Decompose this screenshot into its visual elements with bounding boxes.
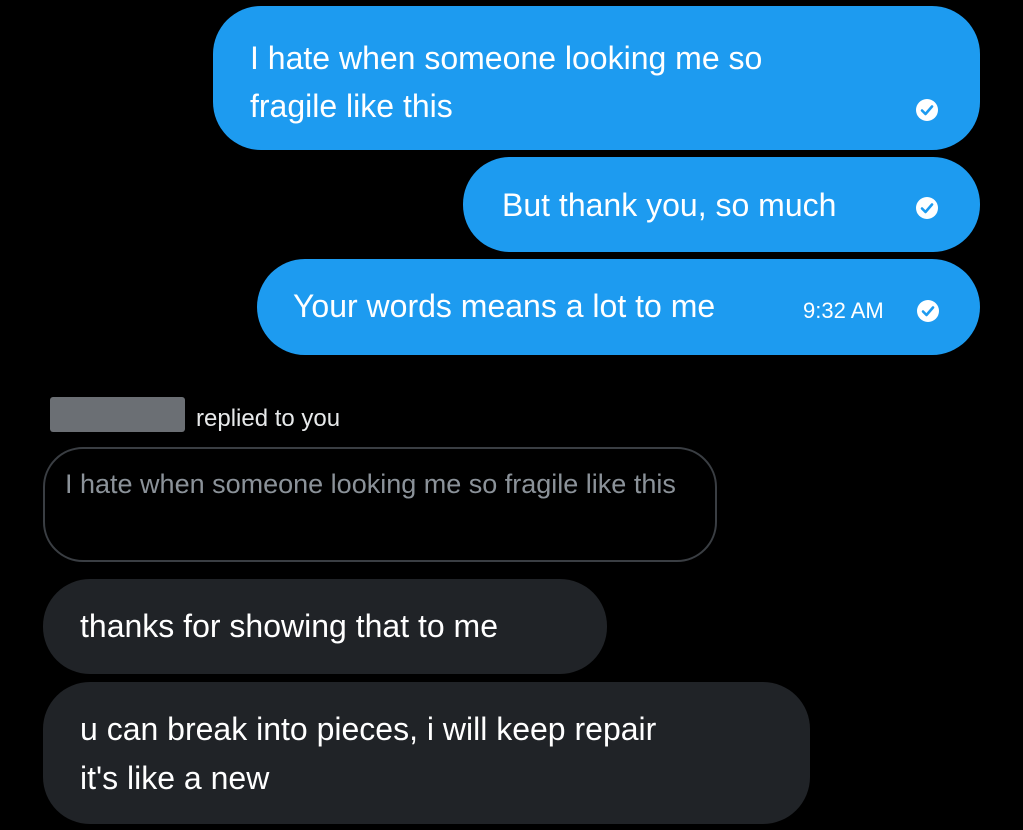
sent-message[interactable]: But thank you, so much (463, 157, 980, 252)
check-circle-icon (916, 99, 938, 121)
sent-message[interactable]: Your words means a lot to me 9:32 AM (257, 259, 980, 355)
message-timestamp: 9:32 AM (803, 298, 884, 323)
check-circle-icon (917, 300, 939, 322)
message-text-line: I hate when someone looking me so (250, 40, 763, 76)
message-text: Your words means a lot to me (293, 288, 716, 324)
message-text-line: u can break into pieces, i will keep rep… (80, 711, 657, 747)
quoted-message[interactable]: I hate when someone looking me so fragil… (43, 447, 717, 562)
received-message[interactable]: u can break into pieces, i will keep rep… (43, 682, 810, 824)
redacted-username (50, 397, 185, 432)
sent-message[interactable]: I hate when someone looking me so fragil… (213, 6, 980, 150)
reply-label: replied to you (196, 405, 341, 432)
message-text-line: fragile like this (250, 88, 453, 124)
check-circle-icon (916, 197, 938, 219)
quoted-text: I hate when someone looking me so fragil… (65, 469, 676, 499)
received-message[interactable]: thanks for showing that to me (43, 579, 607, 674)
message-text: But thank you, so much (502, 187, 837, 223)
message-text-line: it's like a new (80, 760, 270, 796)
message-text: thanks for showing that to me (80, 608, 498, 644)
